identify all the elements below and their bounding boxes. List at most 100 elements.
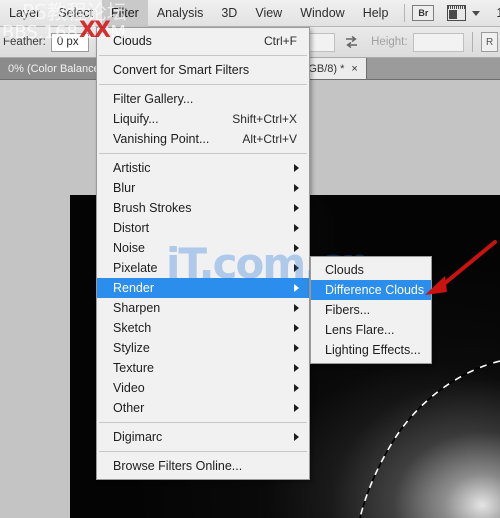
menubar-item-view[interactable]: View [246,0,291,27]
feather-input[interactable]: 0 px [50,32,90,52]
menu-divider [99,84,307,85]
submenu-arrow-icon [294,304,299,312]
menubar-item-window[interactable]: Window [291,0,353,27]
menu-item-clouds[interactable]: Clouds Ctrl+F [97,31,309,51]
filter-dropdown-menu: Clouds Ctrl+F Convert for Smart Filters … [96,27,310,480]
submenu-arrow-icon [294,344,299,352]
menu-item-label: Texture [113,361,154,375]
document-tab-label: 0% (Color Balance [8,62,100,75]
feather-label: Feather: [3,36,46,48]
submenu-item-clouds[interactable]: Clouds [311,260,431,280]
menu-item-label: Filter Gallery... [113,92,194,106]
menu-item-label: Other [113,401,145,415]
menu-item-render[interactable]: Render [97,278,309,298]
menu-item-label: Fibers... [325,303,371,317]
menu-item-artistic[interactable]: Artistic [97,158,309,178]
menu-item-label: Vanishing Point... [113,132,210,146]
menu-divider [99,153,307,154]
menu-divider [99,451,307,452]
menu-item-label: Stylize [113,341,150,355]
menu-item-texture[interactable]: Texture [97,358,309,378]
submenu-item-lens-flare[interactable]: Lens Flare... [311,320,431,340]
menu-item-shortcut: Shift+Ctrl+X [232,112,297,126]
menu-item-liquify[interactable]: Liquify... Shift+Ctrl+X [97,109,309,129]
menu-item-convert-for-smart-filters[interactable]: Convert for Smart Filters [97,60,309,80]
menubar-item-layer[interactable]: Layer [0,0,49,27]
menu-divider [99,55,307,56]
render-submenu: Clouds Difference Clouds Fibers... Lens … [310,256,432,364]
divider [472,32,474,52]
menu-item-label: Digimarc [113,430,163,444]
height-input[interactable] [412,32,465,52]
menubar-item-filter[interactable]: Filter [102,0,148,27]
submenu-arrow-icon [294,184,299,192]
menu-item-label: Pixelate [113,261,158,275]
menu-item-other[interactable]: Other [97,398,309,418]
menu-item-distort[interactable]: Distort [97,218,309,238]
menu-item-sharpen[interactable]: Sharpen [97,298,309,318]
submenu-arrow-icon [294,324,299,332]
submenu-item-fibers[interactable]: Fibers... [311,300,431,320]
menu-item-pixelate[interactable]: Pixelate [97,258,309,278]
menu-item-label: Artistic [113,161,151,175]
menu-item-label: Lighting Effects... [325,343,421,357]
submenu-arrow-icon [294,364,299,372]
menu-item-vanishing-point[interactable]: Vanishing Point... Alt+Ctrl+V [97,129,309,149]
menubar-item-3d[interactable]: 3D [212,0,246,27]
photoshop-window: Layer Select Filter Analysis 3D View Win… [0,0,500,518]
submenu-item-lighting-effects[interactable]: Lighting Effects... [311,340,431,360]
submenu-arrow-icon [294,404,299,412]
menu-item-label: Video [113,381,145,395]
menu-item-label: Sketch [113,321,152,335]
menu-item-label: Difference Clouds [325,283,425,297]
menu-item-label: Render [113,281,154,295]
document-tab-active[interactable]: 0% (Color Balance [0,58,109,79]
menubar-right-cluster: Br 100% [397,0,500,27]
submenu-arrow-icon [294,384,299,392]
menu-item-brush-strokes[interactable]: Brush Strokes [97,198,309,218]
menu-item-label: Sharpen [113,301,161,315]
submenu-arrow-icon [294,204,299,212]
submenu-arrow-icon [294,433,299,441]
menubar-item-select[interactable]: Select [49,0,102,27]
menu-item-shortcut: Alt+Ctrl+V [242,132,297,146]
bridge-icon[interactable]: Br [412,5,435,21]
menu-item-label: Distort [113,221,150,235]
menu-divider [99,422,307,423]
submenu-arrow-icon [294,264,299,272]
menu-item-label: Noise [113,241,145,255]
submenu-item-difference-clouds[interactable]: Difference Clouds [311,280,431,300]
refine-edge-button[interactable]: R [481,32,498,52]
menu-item-label: Brush Strokes [113,201,192,215]
menubar-item-help[interactable]: Help [354,0,398,27]
menu-item-label: Browse Filters Online... [113,459,243,473]
menu-item-digimarc[interactable]: Digimarc [97,427,309,447]
menu-item-filter-gallery[interactable]: Filter Gallery... [97,89,309,109]
submenu-arrow-icon [294,224,299,232]
menu-item-blur[interactable]: Blur [97,178,309,198]
menu-item-sketch[interactable]: Sketch [97,318,309,338]
menu-item-browse-filters-online[interactable]: Browse Filters Online... [97,456,309,476]
menu-bar: Layer Select Filter Analysis 3D View Win… [0,0,500,27]
menu-item-label: Blur [113,181,136,195]
submenu-arrow-icon [294,164,299,172]
menu-item-video[interactable]: Video [97,378,309,398]
screen-mode-icon[interactable] [447,5,467,21]
zoom-level-label: 100% [496,6,500,20]
chevron-down-icon[interactable] [472,10,481,16]
height-label: Height: [371,36,408,48]
submenu-arrow-icon [294,244,299,252]
menu-item-label: Clouds [113,34,152,48]
close-icon[interactable]: × [351,63,357,75]
menu-item-shortcut: Ctrl+F [264,34,297,48]
menu-item-label: Lens Flare... [325,323,395,337]
menu-item-stylize[interactable]: Stylize [97,338,309,358]
swap-dimensions-icon[interactable] [344,35,359,49]
menu-item-label: Clouds [325,263,364,277]
divider [404,4,406,22]
menu-item-label: Convert for Smart Filters [113,63,250,77]
menu-item-label: Liquify... [113,112,159,126]
menu-item-noise[interactable]: Noise [97,238,309,258]
submenu-arrow-icon [294,284,299,292]
menubar-item-analysis[interactable]: Analysis [148,0,213,27]
